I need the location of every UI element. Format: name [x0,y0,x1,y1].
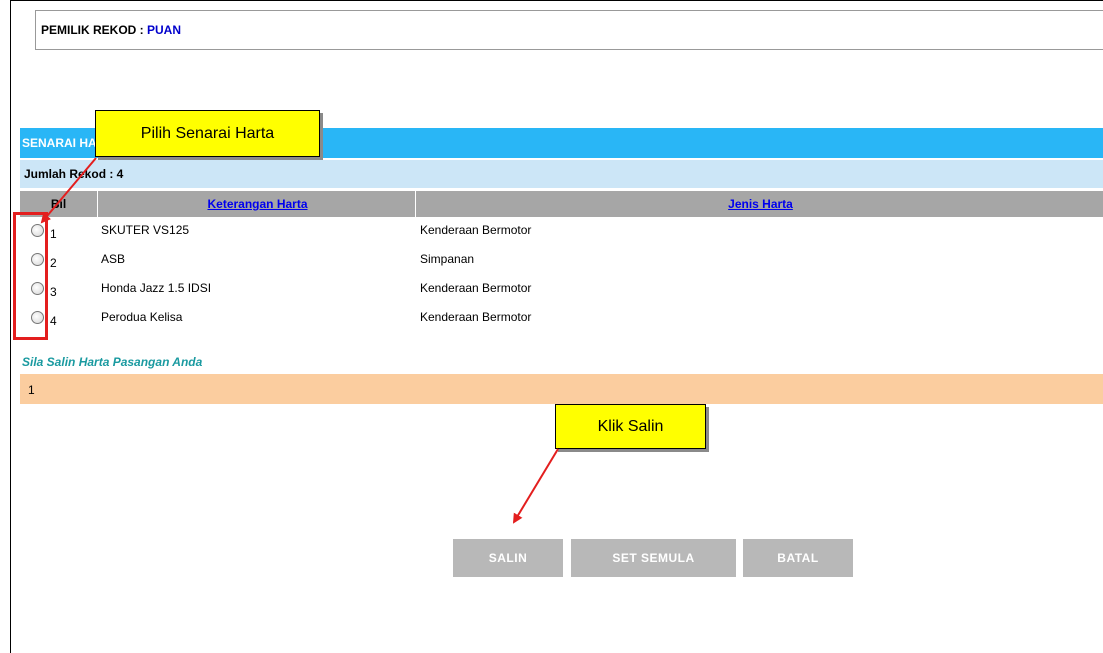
callout-click-copy: Klik Salin [555,404,706,449]
top-border-line [10,0,1103,1]
record-owner-label: PEMILIK REKOD : [41,23,148,37]
selected-count-bar: 1 [20,374,1103,404]
cancel-button[interactable]: BATAL [743,539,853,577]
sort-jenis-link[interactable]: Jenis Harta [728,197,793,211]
record-owner-value: PUAN [147,23,182,37]
sort-keterangan-link[interactable]: Keterangan Harta [207,197,307,211]
row-number: 1 [50,227,57,241]
cell-keterangan: Perodua Kelisa [101,310,183,324]
selected-count: 1 [28,383,35,397]
record-owner-panel: PEMILIK REKOD : PUAN [35,10,1103,50]
arrow-to-salin [512,448,559,524]
cell-keterangan: SKUTER VS125 [101,223,190,237]
row-number: 3 [50,285,57,299]
cell-jenis: Simpanan [420,252,475,266]
cell-keterangan: Honda Jazz 1.5 IDSI [101,281,212,295]
row-number: 4 [50,314,57,328]
cell-keterangan: ASB [101,252,126,266]
callout-pick-assets: Pilih Senarai Harta [95,110,320,157]
column-header-keterangan: Keterangan Harta [100,191,416,217]
cell-jenis: Kenderaan Bermotor [420,310,532,324]
table-row: 2 ASB Simpanan [20,246,1103,275]
record-count-bar: Jumlah Rekod : 4 [20,160,1103,188]
column-header-jenis: Jenis Harta [418,191,1103,217]
cell-jenis: Kenderaan Bermotor [420,281,532,295]
cell-jenis: Kenderaan Bermotor [420,223,532,237]
record-count-label: Jumlah Rekod : 4 [24,167,124,181]
salin-button[interactable]: SALIN [453,539,563,577]
instruction-text: Sila Salin Harta Pasangan Anda [22,355,203,369]
reset-button[interactable]: SET SEMULA [571,539,736,577]
record-owner: PEMILIK REKOD : PUAN [41,23,181,37]
left-border-line [10,0,11,653]
radio-highlight-box [13,212,48,340]
row-number: 2 [50,256,57,270]
table-row: 3 Honda Jazz 1.5 IDSI Kenderaan Bermotor [20,275,1103,304]
table-row: 1 SKUTER VS125 Kenderaan Bermotor [20,217,1103,246]
table-row: 4 Perodua Kelisa Kenderaan Bermotor [20,304,1103,333]
table-header: Bil Keterangan Harta Jenis Harta [20,191,1103,217]
